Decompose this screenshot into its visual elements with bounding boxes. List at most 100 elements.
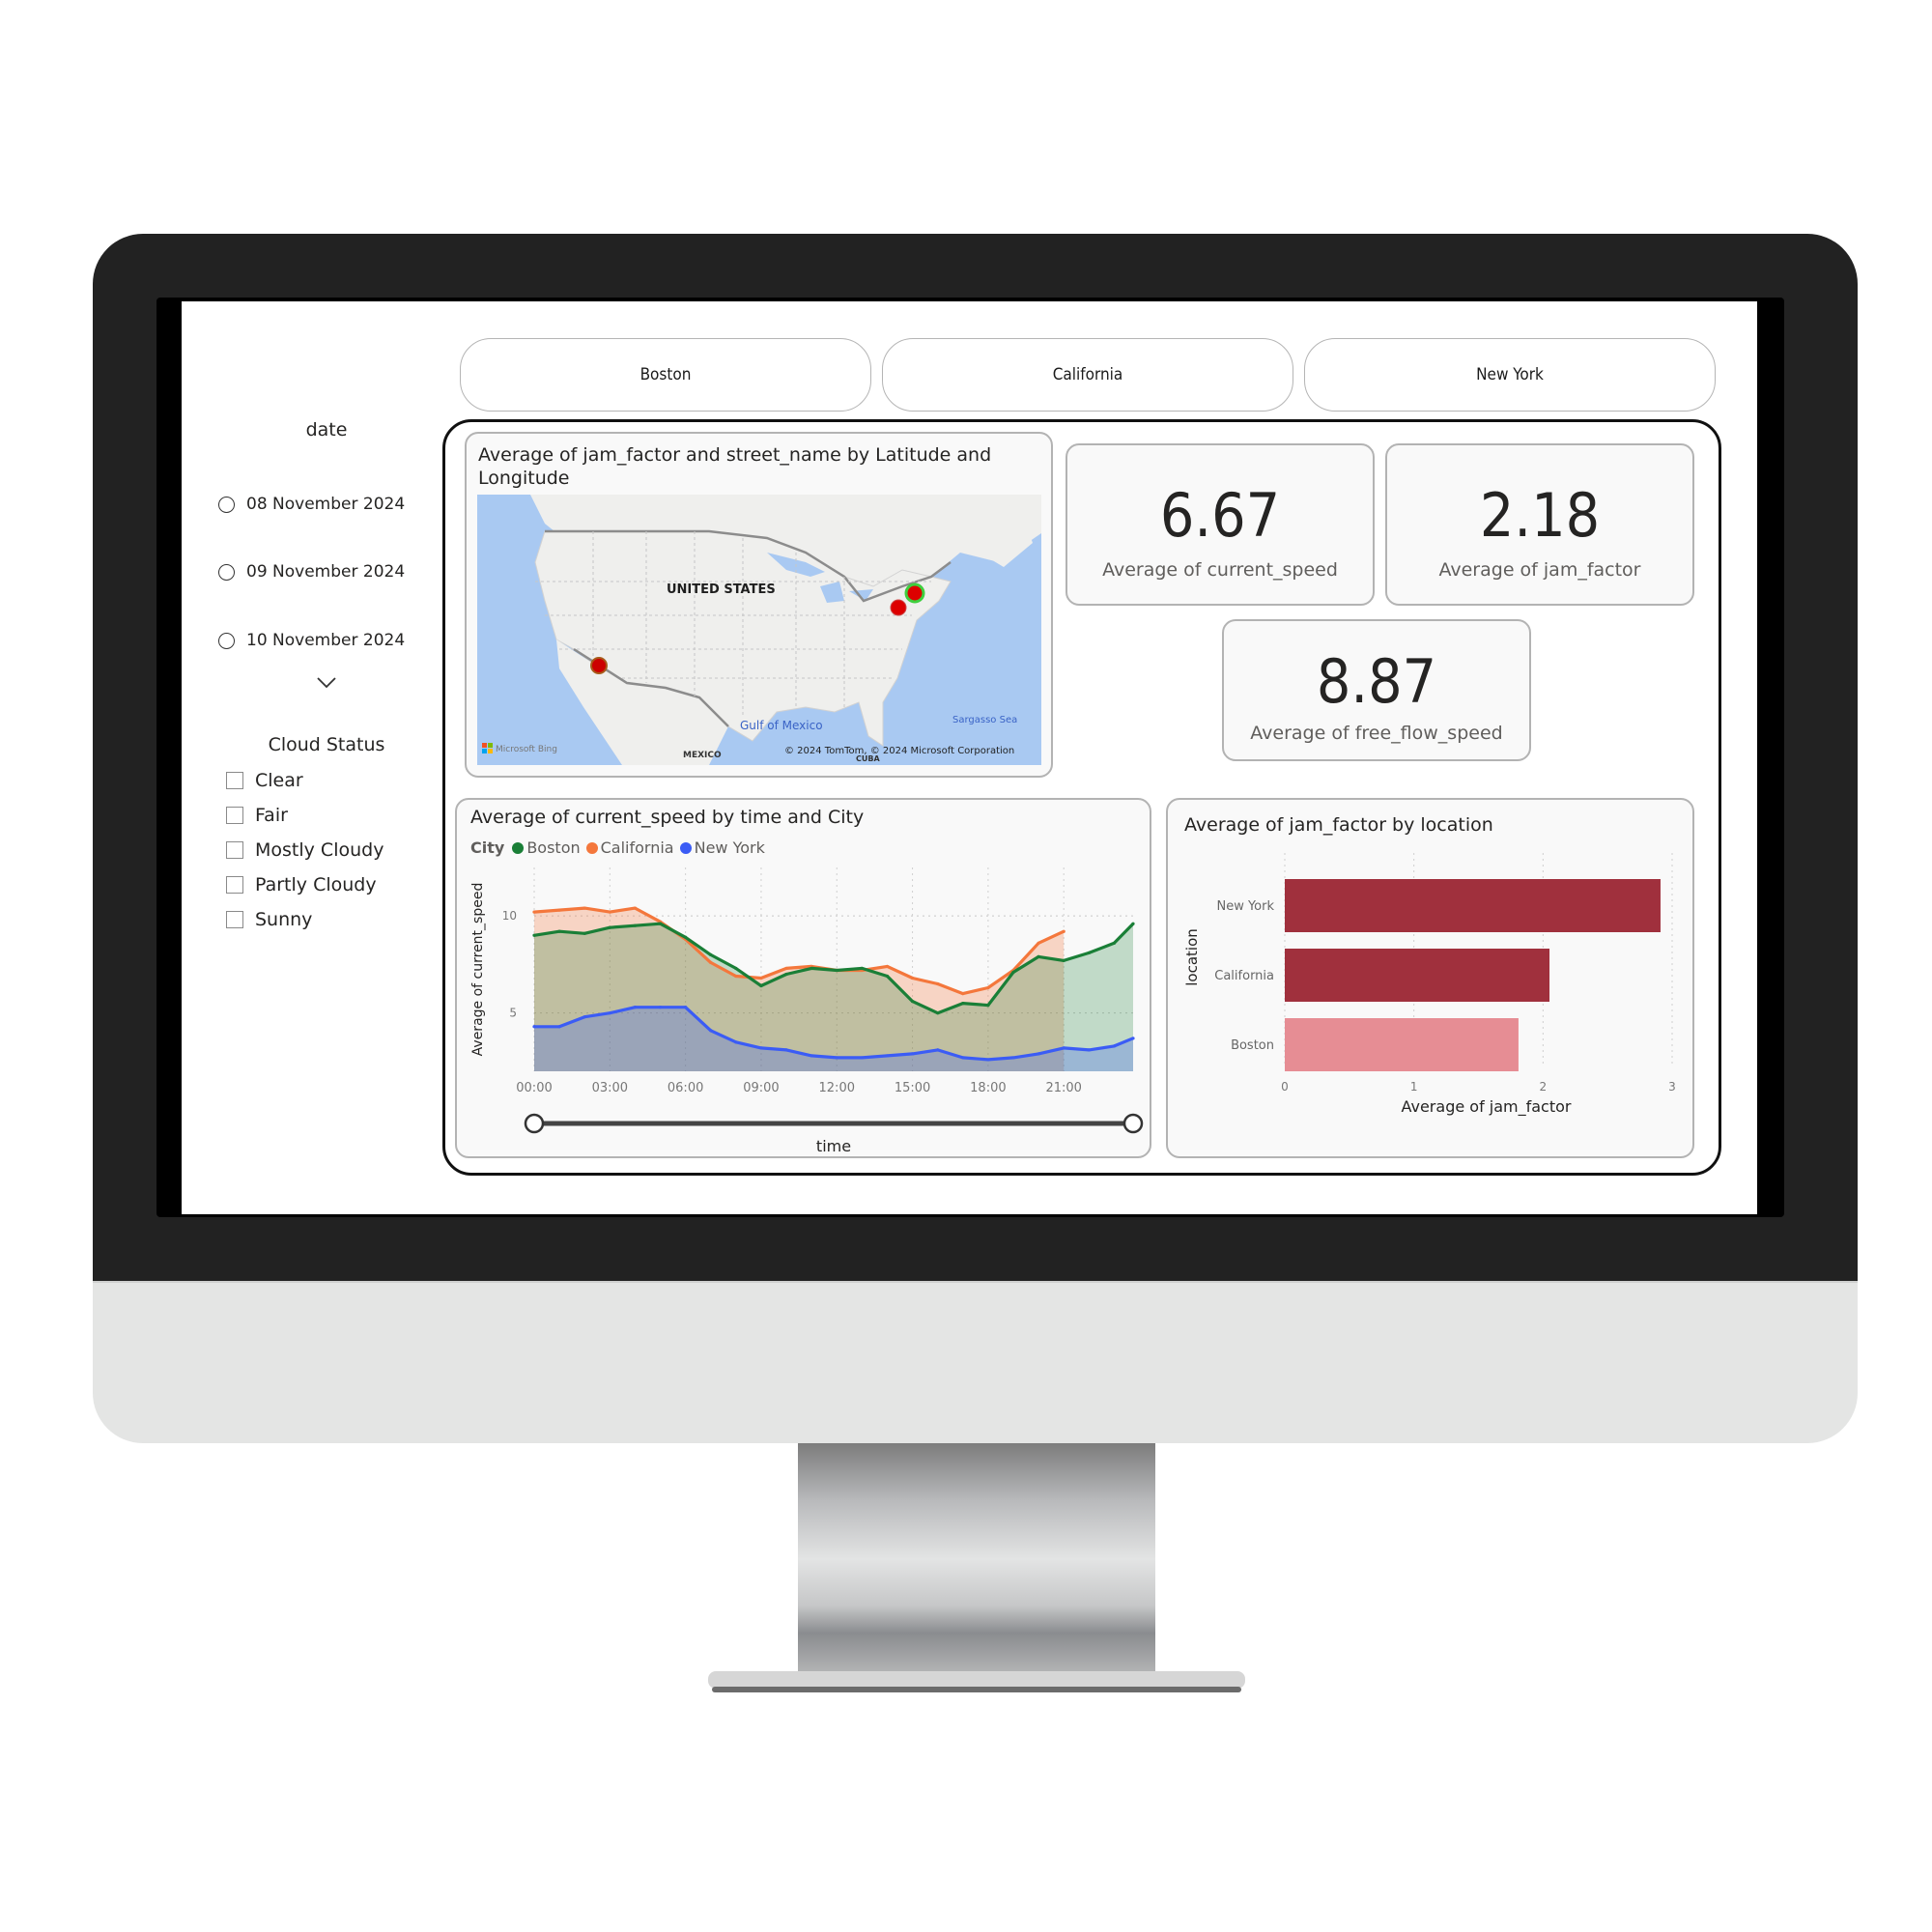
point-california <box>709 960 713 965</box>
point-california <box>582 906 586 910</box>
cloud-option[interactable]: Sunny <box>226 909 312 930</box>
point-new-york <box>1112 1044 1117 1048</box>
point-new-york <box>759 1046 763 1050</box>
point-california <box>961 991 965 996</box>
x-axis-title: time <box>816 1137 851 1155</box>
x-tick-label: 00:00 <box>516 1081 552 1095</box>
point-boston <box>1062 958 1065 962</box>
checkbox[interactable] <box>226 772 243 789</box>
point-new-york <box>885 1054 890 1058</box>
point-boston <box>936 1011 940 1015</box>
radio-button[interactable] <box>218 632 235 649</box>
bar-california[interactable] <box>1285 949 1550 1002</box>
point-new-york <box>608 1011 611 1015</box>
point-new-york <box>1087 1048 1091 1052</box>
kpi-value: 8.87 <box>1316 646 1437 717</box>
x-tick-label: 21:00 <box>1045 1081 1081 1095</box>
cloud-option[interactable]: Fair <box>226 805 288 826</box>
point-boston <box>608 925 611 929</box>
map-attribution: © 2024 TomTom, © 2024 Microsoft Corporat… <box>784 746 1014 756</box>
map-brand: Microsoft Bing <box>496 745 557 754</box>
cloud-option[interactable]: Partly Cloudy <box>226 874 377 895</box>
map-canvas[interactable]: UNITED STATES Gulf of Mexico Sargasso Se… <box>477 495 1041 765</box>
point-new-york <box>1062 1046 1065 1050</box>
date-option-label: 08 November 2024 <box>246 495 406 514</box>
x-tick-label: 2 <box>1540 1080 1548 1094</box>
city-button-california[interactable]: California <box>882 338 1293 412</box>
date-option[interactable]: 10 November 2024 <box>218 631 405 650</box>
checkbox[interactable] <box>226 911 243 928</box>
cloud-option[interactable]: Mostly Cloudy <box>226 839 384 861</box>
x-tick-label: 15:00 <box>895 1081 930 1095</box>
y-axis-title: Average of current_speed <box>470 883 486 1057</box>
cloud-option-label: Partly Cloudy <box>255 874 377 895</box>
point-new-york <box>835 1056 838 1060</box>
bar-chart-plot[interactable]: 0 1 2 3 New York California Boston location Aver… <box>1168 800 1696 1160</box>
city-button-boston[interactable]: Boston <box>460 338 871 412</box>
time-slider-start-handle[interactable] <box>524 1113 545 1134</box>
monitor-stand-base <box>708 1671 1245 1692</box>
radio-button[interactable] <box>218 496 235 513</box>
checkbox[interactable] <box>226 876 243 894</box>
point-new-york <box>1011 1056 1015 1060</box>
point-boston <box>1131 922 1135 925</box>
map-title: Average of jam_factor and street_name by… <box>478 444 992 489</box>
point-boston <box>709 952 713 956</box>
chevron-down-icon[interactable] <box>316 676 337 690</box>
checkbox[interactable] <box>226 807 243 824</box>
x-tick-label: 0 <box>1281 1080 1289 1094</box>
point-boston <box>1011 970 1015 975</box>
point-new-york <box>557 1025 561 1029</box>
y-axis-title: location <box>1183 928 1201 986</box>
point-new-york <box>684 1006 688 1009</box>
bar-chart-card[interactable]: Average of jam_factor by location 0 1 2 3 Ne… <box>1166 798 1694 1158</box>
checkbox[interactable] <box>226 841 243 859</box>
kpi-card-jam-factor[interactable]: 2.18 Average of jam_factor <box>1385 443 1694 606</box>
point-new-york <box>860 1056 864 1060</box>
point-new-york <box>810 1054 813 1058</box>
point-boston <box>784 972 788 977</box>
kpi-card-free-flow-speed[interactable]: 8.87 Average of free_flow_speed <box>1222 619 1531 761</box>
point-california <box>986 985 990 990</box>
point-boston <box>557 929 561 933</box>
point-new-york <box>986 1058 990 1062</box>
y-category-label: California <box>1214 969 1274 983</box>
cloud-option-label: Sunny <box>255 909 313 930</box>
point-boston <box>835 968 838 973</box>
kpi-card-current-speed[interactable]: 6.67 Average of current_speed <box>1065 443 1375 606</box>
cloud-option-label: Clear <box>255 770 303 791</box>
point-boston <box>1037 954 1040 958</box>
line-chart-card[interactable]: Average of current_speed by time and Cit… <box>455 798 1151 1158</box>
cloud-option[interactable]: Clear <box>226 770 303 791</box>
line-chart-plot[interactable]: 5 10 00:00 03:00 06:00 09:00 12:00 15:00 18:00 21… <box>457 800 1153 1160</box>
cloud-option-label: Fair <box>255 805 288 826</box>
point-california <box>557 908 561 912</box>
date-option[interactable]: 08 November 2024 <box>218 495 405 514</box>
y-category-label: New York <box>1216 899 1274 914</box>
point-boston <box>684 935 688 939</box>
city-button-new-york[interactable]: New York <box>1304 338 1716 412</box>
x-tick-label: 1 <box>1410 1080 1418 1094</box>
x-axis-title: Average of jam_factor <box>1401 1097 1571 1117</box>
date-option[interactable]: 09 November 2024 <box>218 562 405 582</box>
point-new-york <box>734 1040 738 1044</box>
map-label-mexico: MEXICO <box>683 751 722 760</box>
map-label-country: UNITED STATES <box>667 582 776 597</box>
monitor-chin <box>93 1281 1858 1443</box>
time-slider-end-handle[interactable] <box>1122 1113 1144 1134</box>
radio-button[interactable] <box>218 563 235 581</box>
map-point-california[interactable] <box>590 657 608 674</box>
map-point-boston[interactable] <box>904 582 925 604</box>
point-california <box>532 910 536 914</box>
map-point-new-york[interactable] <box>890 599 907 616</box>
bar-new-york[interactable] <box>1285 879 1661 932</box>
point-california <box>936 981 940 986</box>
point-boston <box>1112 941 1117 945</box>
bar-boston[interactable] <box>1285 1018 1519 1071</box>
map-card[interactable]: Average of jam_factor and street_name by… <box>465 432 1053 778</box>
point-boston <box>582 931 586 935</box>
y-tick-label: 5 <box>509 1007 517 1020</box>
point-new-york <box>582 1015 586 1019</box>
point-new-york <box>961 1056 965 1060</box>
point-california <box>633 906 638 910</box>
